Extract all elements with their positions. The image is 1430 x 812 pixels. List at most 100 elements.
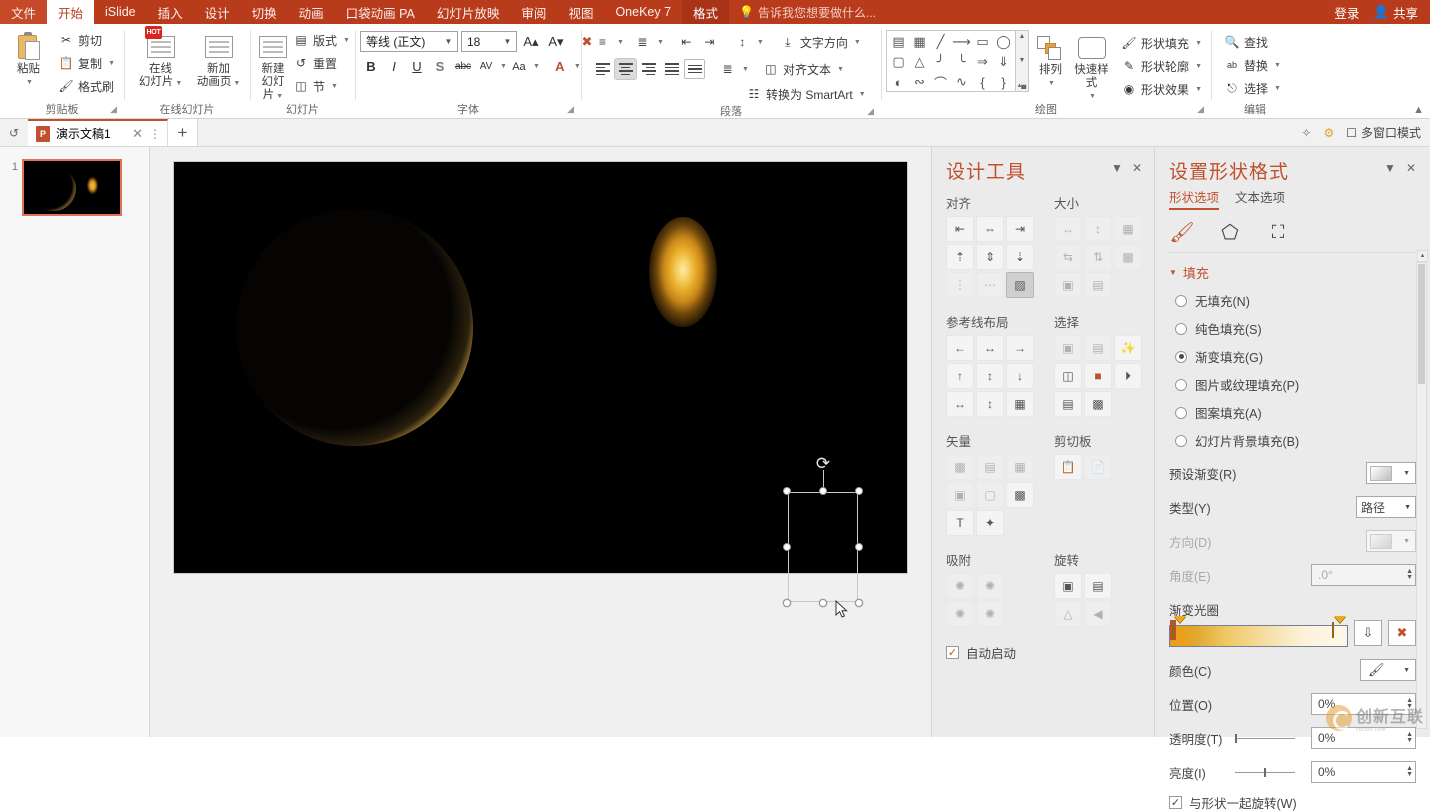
ribbon-tab-animations[interactable]: 动画	[288, 0, 335, 24]
dialog-launcher-icon[interactable]: ◢	[110, 102, 117, 117]
size-both-icon[interactable]: ▦	[1114, 216, 1142, 242]
scroll-down-icon[interactable]: ▼	[1019, 57, 1026, 64]
guide-spread-h-icon[interactable]: ↔	[946, 391, 974, 417]
select-filled-icon[interactable]: ■	[1084, 363, 1112, 389]
distribute-h-icon[interactable]: ⋮	[946, 272, 974, 298]
pentagon-effects-icon[interactable]: ⬠	[1217, 220, 1243, 244]
dialog-launcher-icon[interactable]: ◢	[1197, 102, 1204, 117]
shape-rect-icon[interactable]: ▭	[972, 32, 993, 52]
guide-center-icon[interactable]: ↔	[976, 335, 1004, 361]
radio-no-fill[interactable]	[1175, 294, 1187, 307]
section-button[interactable]: ◫ 节 ▼	[289, 75, 354, 97]
fill-option-pattern[interactable]: 图案填充(A)	[1169, 403, 1416, 422]
shape-triangle-icon[interactable]: △	[909, 52, 930, 72]
align-left-icon[interactable]: ⇤	[946, 216, 974, 242]
magic-wand-icon[interactable]: ✨	[1114, 335, 1142, 361]
shape-effects-button[interactable]: ◉ 形状效果 ▼	[1117, 78, 1206, 100]
align-text-button[interactable]: ◫ 对齐文本 ▼	[759, 58, 848, 80]
rotate-mirror-icon[interactable]: ◀	[1084, 601, 1112, 627]
signin-button[interactable]: 登录	[1334, 3, 1359, 22]
quick-styles-button[interactable]: 快速样式 ▼	[1072, 30, 1111, 103]
size-properties-icon[interactable]: ⛶	[1265, 220, 1291, 244]
guide-left-icon[interactable]: ←	[946, 335, 974, 361]
ribbon-tab-insert[interactable]: 插入	[147, 0, 194, 24]
fill-bucket-icon[interactable]: 🖌	[1169, 220, 1195, 244]
guide-bottom-icon[interactable]: ↓	[1006, 363, 1034, 389]
size-ratio-icon[interactable]: ▩	[1114, 244, 1142, 270]
spinner-arrows-icon[interactable]: ▲ ▼	[1406, 731, 1413, 744]
vector-combine-icon[interactable]: ▤	[976, 454, 1004, 480]
size-fill-icon[interactable]: ▤	[1084, 272, 1112, 298]
preset-gradient-row[interactable]: 预设渐变(R) ▼	[1169, 462, 1416, 484]
size-height-icon[interactable]: ↕	[1084, 216, 1112, 242]
gallery-expand-icon[interactable]: ▴▄	[1018, 81, 1026, 89]
columns-button[interactable]: ≣	[717, 59, 738, 79]
fill-section-header[interactable]: ▼ 填充	[1169, 263, 1416, 282]
add-gradient-stop-icon[interactable]: ⇩	[1354, 620, 1382, 646]
select-all-icon[interactable]: ▣	[1054, 335, 1082, 361]
gradient-transparency-spinner[interactable]: 0% ▲ ▼	[1311, 727, 1416, 749]
resize-handle-n[interactable]	[819, 487, 827, 495]
spinner-arrows-icon[interactable]: ▲ ▼	[1406, 697, 1413, 710]
text-direction-button[interactable]: ⤓ 文字方向 ▼	[776, 31, 865, 53]
resize-handle-e[interactable]	[855, 543, 863, 551]
convert-to-smartart-button[interactable]: ☷ 转换为 SmartArt ▼	[742, 83, 870, 105]
bullets-button[interactable]: ≡	[592, 32, 613, 52]
vector-union-icon[interactable]: ▩	[946, 454, 974, 480]
align-top-icon[interactable]: ⇡	[946, 244, 974, 270]
italic-button[interactable]: I	[383, 56, 405, 77]
ribbon-tab-file[interactable]: 文件	[0, 0, 48, 24]
gradient-brightness-spinner[interactable]: 0% ▲ ▼	[1311, 761, 1416, 783]
shape-vtextbox-icon[interactable]: ▦	[909, 32, 930, 52]
numbering-button[interactable]: ≣	[632, 32, 653, 52]
resize-handle-s[interactable]	[819, 599, 827, 607]
rotate-flip-h-icon[interactable]: ▣	[1054, 573, 1082, 599]
radio-picture-fill[interactable]	[1175, 378, 1187, 391]
shape-arc-icon[interactable]: ⌒	[930, 72, 951, 92]
copy-shape-icon[interactable]: 📋	[1054, 454, 1082, 480]
shape-elbow2-icon[interactable]: ╰	[951, 52, 972, 72]
arrange-button[interactable]: 排列 ▼	[1035, 30, 1066, 90]
shape-roundrect-icon[interactable]: ▢	[888, 52, 909, 72]
ribbon-tab-home[interactable]: 开始	[47, 0, 95, 24]
resize-handle-ne[interactable]	[855, 487, 863, 495]
resize-handle-nw[interactable]	[783, 487, 791, 495]
vector-edit-points-icon[interactable]: ✦	[976, 510, 1004, 536]
align-left-button[interactable]	[592, 59, 613, 79]
rotate-handle[interactable]: ⟳	[814, 454, 833, 473]
glow-ellipse-shape[interactable]	[649, 217, 717, 327]
guide-middle-icon[interactable]: ↕	[976, 363, 1004, 389]
gradient-type-row[interactable]: 类型(Y) 路径 ▼	[1169, 496, 1416, 518]
paste-shape-icon[interactable]: 📄	[1084, 454, 1112, 480]
format-shape-panel[interactable]: 设置形状格式 ▼ ✕ 形状选项 文本选项 🖌 ⬠ ⛶ ▼ 填充 无填充(N) 纯…	[1155, 147, 1430, 811]
vector-intersect-icon[interactable]: ▣	[946, 482, 974, 508]
increase-indent-button[interactable]: ⇥	[699, 32, 720, 52]
panel-dropdown-icon[interactable]: ▼	[1111, 161, 1123, 175]
fill-option-slide-bg[interactable]: 幻灯片背景填充(B)	[1169, 431, 1416, 450]
share-button[interactable]: 👤 共享	[1373, 3, 1418, 22]
scrollbar-thumb[interactable]	[1418, 264, 1425, 384]
ribbon-tab-pocket-animation[interactable]: 口袋动画 PA	[335, 0, 426, 24]
ribbon-tab-review[interactable]: 审阅	[510, 0, 557, 24]
paste-button[interactable]: 粘贴 ▼	[5, 29, 52, 89]
gradient-type-select[interactable]: 路径 ▼	[1356, 496, 1416, 518]
panel-dropdown-icon[interactable]: ▼	[1384, 161, 1396, 175]
design-tools-panel[interactable]: 设计工具 ▼ ✕ 对齐 ⇤ ⇔ ⇥ ⇡ ⇕ ⇣ ⋮ ⋯ ▨ 大小 ↔ ↕ ▦ ⇆…	[931, 147, 1155, 737]
dialog-launcher-icon[interactable]: ◢	[567, 102, 574, 117]
ribbon-tab-islide[interactable]: iSlide	[94, 0, 147, 24]
ribbon-tab-view[interactable]: 视图	[557, 0, 604, 24]
guide-right-icon[interactable]: →	[1006, 335, 1034, 361]
rotate-with-shape-row[interactable]: ✓ 与形状一起旋转(W)	[1169, 793, 1416, 812]
rotate-flip-v-icon[interactable]: ▤	[1084, 573, 1112, 599]
slide-thumbnail-1[interactable]	[22, 159, 122, 216]
autostart-checkbox[interactable]: ✓	[946, 646, 959, 659]
fill-option-solid[interactable]: 纯色填充(S)	[1169, 319, 1416, 338]
snap-right-icon[interactable]: ✺	[976, 573, 1004, 599]
select-group-icon[interactable]: ◫	[1054, 363, 1082, 389]
gradient-stop-2[interactable]	[1332, 616, 1346, 649]
settings-button[interactable]: ⚙	[1318, 122, 1339, 144]
size-maxw-icon[interactable]: ⇆	[1054, 244, 1082, 270]
align-right-button[interactable]	[638, 59, 659, 79]
fill-option-none[interactable]: 无填充(N)	[1169, 291, 1416, 310]
shape-elbow1-icon[interactable]: ╯	[930, 52, 951, 72]
